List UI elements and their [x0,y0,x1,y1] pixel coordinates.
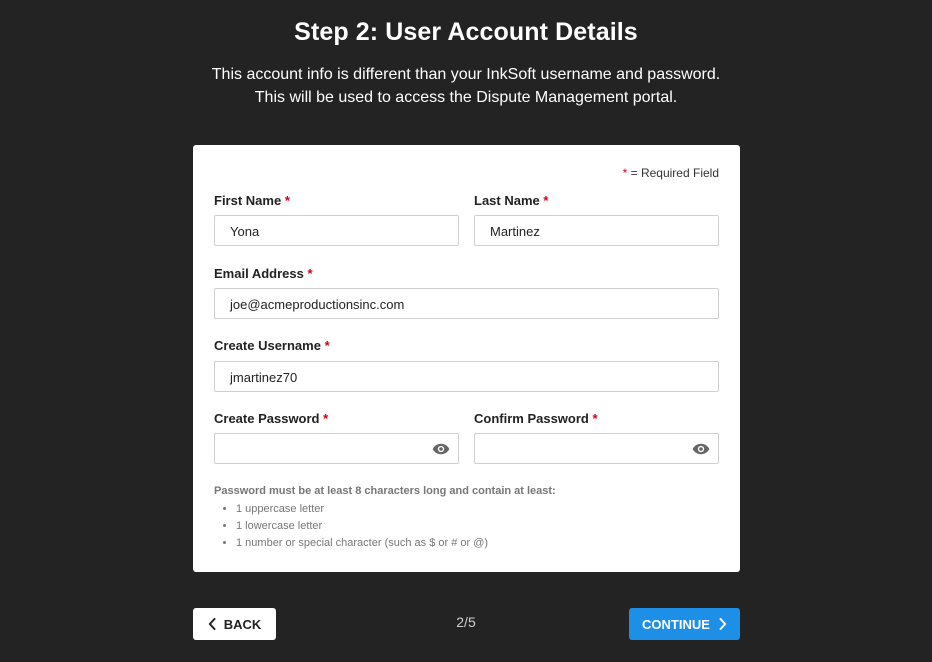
eye-icon[interactable] [692,442,710,456]
last-name-input[interactable]: Martinez [474,215,719,246]
subtitle-line-2: This will be used to access the Dispute … [254,89,678,106]
required-note-text: = Required Field [630,166,719,180]
password-hint-title: Password must be at least 8 characters l… [214,485,556,497]
eye-icon[interactable] [432,442,450,456]
create-password-input[interactable] [214,433,459,464]
page-title: Step 2: User Account Details [294,18,638,46]
account-form-card: * = Required Field First Name * Yona Las… [193,145,740,572]
username-label: Create Username * [214,338,330,353]
username-input[interactable]: jmartinez70 [214,361,719,392]
confirm-password-input[interactable] [474,433,719,464]
list-item: 1 uppercase letter [236,501,556,518]
first-name-label: First Name * [214,193,290,208]
password-requirements: Password must be at least 8 characters l… [214,483,556,552]
list-item: 1 lowercase letter [236,518,556,535]
create-password-label: Create Password * [214,411,329,426]
confirm-password-label: Confirm Password * [474,411,598,426]
first-name-input[interactable]: Yona [214,215,459,246]
email-input[interactable]: joe@acmeproductionsinc.com [214,288,719,319]
page-subtitle: This account info is different than your… [0,63,932,109]
list-item: 1 number or special character (such as $… [236,535,556,552]
chevron-right-icon [719,618,727,630]
password-rules-list: 1 uppercase letter 1 lowercase letter 1 … [214,501,556,552]
required-field-note: * = Required Field [623,166,719,180]
step-indicator: 2/5 [456,614,476,630]
email-label: Email Address * [214,266,313,281]
continue-button-label: CONTINUE [642,616,710,632]
subtitle-line-1: This account info is different than your… [211,66,721,83]
continue-button[interactable]: CONTINUE [629,608,740,640]
required-star: * [622,166,628,180]
last-name-label: Last Name * [474,193,549,208]
